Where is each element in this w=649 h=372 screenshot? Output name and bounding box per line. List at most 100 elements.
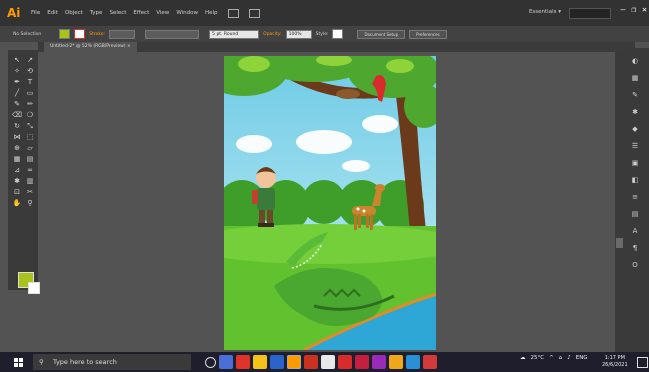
fill-swatch[interactable]: [59, 29, 71, 39]
premiere-icon[interactable]: [372, 355, 386, 369]
lasso-icon[interactable]: ⟲: [24, 66, 36, 77]
stroke-icon[interactable]: ≡: [629, 192, 641, 202]
perspective-icon[interactable]: ▱: [24, 143, 36, 154]
menu-object[interactable]: Object: [65, 10, 83, 16]
eyedropper-icon[interactable]: ⊿: [11, 165, 23, 176]
acrobat-icon[interactable]: [423, 355, 437, 369]
rotate-icon[interactable]: ↻: [11, 121, 23, 132]
mail-app-icon[interactable]: [236, 355, 250, 369]
task-view-icon[interactable]: [219, 355, 233, 369]
brush-definition-field[interactable]: 5 pt. Round: [209, 29, 260, 39]
stroke-color-box[interactable]: [28, 282, 40, 294]
column-graph-icon[interactable]: ▥: [24, 176, 36, 187]
taskbar-search[interactable]: ⚲ Type here to search: [33, 354, 191, 370]
opacity-label[interactable]: Opacity:: [263, 32, 282, 37]
windows-start-icon[interactable]: [14, 358, 23, 367]
magic-wand-icon[interactable]: ✧: [11, 66, 23, 77]
illustrator-icon[interactable]: [287, 355, 301, 369]
variable-width-field[interactable]: [145, 29, 200, 39]
sketch-icon[interactable]: [389, 355, 403, 369]
cortana-icon[interactable]: [205, 357, 216, 368]
menu-effect[interactable]: Effect: [133, 10, 149, 16]
scale-icon[interactable]: ⤡: [24, 121, 36, 132]
notepad-icon[interactable]: [321, 355, 335, 369]
symbol-sprayer-icon[interactable]: ✱: [11, 176, 23, 187]
eraser-icon[interactable]: ⌫: [11, 110, 23, 121]
notification-icon[interactable]: [637, 357, 648, 368]
graphic-styles-icon[interactable]: ◆: [629, 124, 641, 134]
canvas-area[interactable]: [40, 52, 615, 352]
menu-edit[interactable]: Edit: [47, 10, 58, 16]
gradient-panel-icon[interactable]: ▤: [629, 209, 641, 219]
rectangle-icon[interactable]: ▭: [24, 88, 36, 99]
help-search-input[interactable]: [569, 8, 611, 19]
preferences-button[interactable]: Preferences: [409, 29, 447, 39]
volume-icon[interactable]: ♪: [567, 355, 571, 361]
restore-button[interactable]: ❐: [631, 5, 636, 14]
close-button[interactable]: ✕: [642, 5, 647, 14]
selection-icon[interactable]: ↖: [11, 55, 23, 66]
menu-file[interactable]: File: [31, 10, 40, 16]
pen-icon[interactable]: ✒: [11, 77, 23, 88]
brushes-icon[interactable]: ✎: [629, 90, 641, 100]
gradient-icon[interactable]: ▤: [24, 154, 36, 165]
pathfinder-icon[interactable]: ◧: [629, 175, 641, 185]
opera-icon[interactable]: [355, 355, 369, 369]
hand-icon[interactable]: ✋: [11, 198, 23, 209]
opentype-icon[interactable]: O: [629, 260, 641, 270]
pdf-reader-icon[interactable]: [338, 355, 352, 369]
menu-help[interactable]: Help: [205, 10, 218, 16]
align-icon[interactable]: ☰: [629, 141, 641, 151]
blend-icon[interactable]: ∞: [24, 165, 36, 176]
menu-view[interactable]: View: [156, 10, 169, 16]
pencil-icon[interactable]: ✏: [24, 99, 36, 110]
shape-builder-icon[interactable]: ⊕: [11, 143, 23, 154]
file-explorer-icon[interactable]: [253, 355, 267, 369]
main-menu: File Edit Object Type Select Effect View Window…: [31, 10, 218, 16]
close-tab-icon[interactable]: ×: [127, 44, 131, 49]
width-icon[interactable]: ⋈: [11, 132, 23, 143]
document-setup-button[interactable]: Document Setup: [357, 29, 406, 39]
graphic-style-swatch[interactable]: [332, 29, 344, 39]
blob-brush-icon[interactable]: ❍: [24, 110, 36, 121]
vertical-scrollbar[interactable]: [615, 52, 624, 352]
swatches-icon[interactable]: ▦: [629, 73, 641, 83]
paragraph-icon[interactable]: ¶: [629, 243, 641, 253]
type-icon[interactable]: T: [24, 77, 36, 88]
symbols-icon[interactable]: ✱: [629, 107, 641, 117]
line-icon[interactable]: ╱: [11, 88, 23, 99]
document-tab[interactable]: Untitled-2* @ 52% (RGB/Preview) ×: [44, 42, 137, 52]
stroke-label[interactable]: Stroke:: [89, 32, 105, 37]
network-icon[interactable]: ⌂: [559, 355, 563, 361]
weather-temp[interactable]: 25°C: [531, 355, 545, 361]
scrollbar-thumb[interactable]: [616, 238, 623, 248]
free-transform-icon[interactable]: ⬚: [24, 132, 36, 143]
opacity-field[interactable]: 100%: [285, 29, 312, 39]
menu-window[interactable]: Window: [176, 10, 198, 16]
mesh-icon[interactable]: ▦: [11, 154, 23, 165]
menu-select[interactable]: Select: [109, 10, 126, 16]
character-icon[interactable]: A: [629, 226, 641, 236]
language-indicator[interactable]: ENG: [576, 355, 588, 361]
bridge-icon[interactable]: [227, 8, 239, 18]
taskbar-clock[interactable]: 1:17 PM 26/6/2021: [602, 355, 628, 368]
weather-icon[interactable]: ☁: [520, 355, 526, 361]
edge-icon[interactable]: [406, 355, 420, 369]
chevron-up-icon[interactable]: ^: [549, 355, 554, 361]
transform-icon[interactable]: ▣: [629, 158, 641, 168]
direct-selection-icon[interactable]: ↗: [24, 55, 36, 66]
paintbrush-icon[interactable]: ✎: [11, 99, 23, 110]
photoshop-icon[interactable]: [270, 355, 284, 369]
slice-icon[interactable]: ✂: [24, 187, 36, 198]
artboard[interactable]: [224, 56, 436, 350]
menu-type[interactable]: Type: [90, 10, 103, 16]
zoom-icon[interactable]: ⚲: [24, 198, 36, 209]
artboard-icon[interactable]: ⊡: [11, 187, 23, 198]
color-icon[interactable]: ◐: [629, 56, 641, 66]
arrange-documents-icon[interactable]: [248, 8, 260, 18]
workspace-switcher[interactable]: Essentials ▾: [529, 9, 561, 15]
minimize-button[interactable]: –: [621, 5, 626, 14]
stroke-swatch[interactable]: [74, 29, 86, 39]
stroke-weight-field[interactable]: [109, 29, 136, 39]
powerpoint-icon[interactable]: [304, 355, 318, 369]
